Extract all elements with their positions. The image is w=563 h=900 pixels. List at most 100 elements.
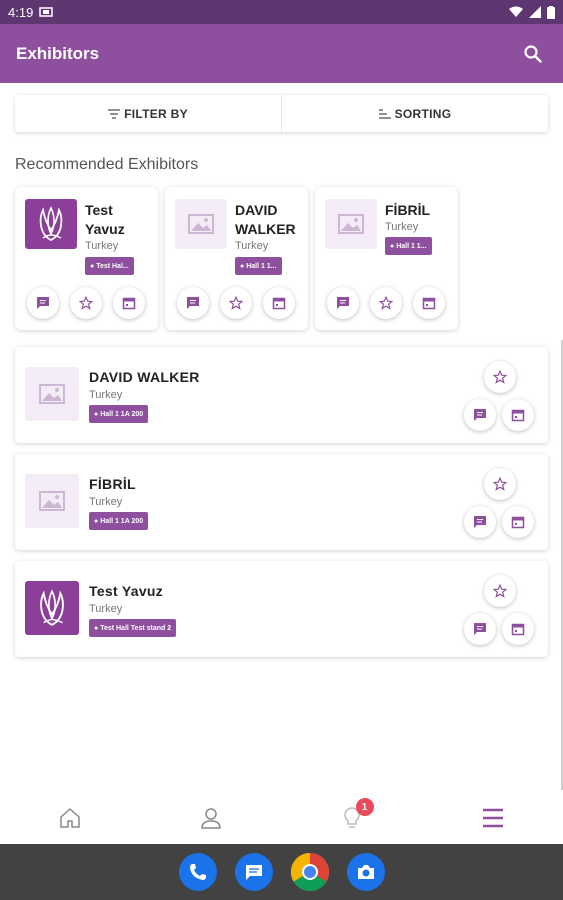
filter-by-label: FILTER BY: [124, 106, 188, 121]
wifi-icon: [509, 6, 523, 17]
exhibitor-country: Turkey: [235, 240, 269, 252]
schedule-button[interactable]: [502, 613, 534, 645]
card-actions: [464, 506, 534, 538]
favorite-button[interactable]: [220, 287, 252, 319]
star-icon: [379, 296, 393, 310]
calendar-icon: [422, 297, 436, 310]
schedule-button[interactable]: [502, 399, 534, 431]
message-button[interactable]: [464, 399, 496, 431]
message-button[interactable]: [177, 287, 209, 319]
card-actions: [27, 287, 145, 319]
recommended-card[interactable]: Test Yavuz Turkey ● Test Hal...: [15, 187, 158, 330]
message-button[interactable]: [327, 287, 359, 319]
exhibitor-logo: [25, 581, 79, 635]
chat-icon: [337, 297, 349, 309]
card-actions: [327, 287, 445, 319]
location-label: Test Hal...: [96, 262, 129, 270]
calendar-icon: [511, 409, 525, 422]
exhibitor-country: Turkey: [89, 389, 123, 401]
exhibitor-card[interactable]: Test Yavuz Turkey ● Test Hall Test stand…: [15, 561, 548, 657]
location-badge: ● Test Hal...: [85, 257, 134, 275]
chat-icon: [187, 297, 199, 309]
exhibitor-name: FİBRİL: [385, 202, 431, 218]
recommended-title: Recommended Exhibitors: [15, 156, 199, 173]
card-actions: [177, 287, 295, 319]
nav-home[interactable]: [0, 792, 141, 844]
calendar-icon: [122, 297, 136, 310]
recommended-card[interactable]: DAVID WALKER Turkey ● Hall 1 1...: [165, 187, 308, 330]
notification-badge: 1: [355, 798, 374, 816]
nav-menu[interactable]: [422, 792, 563, 844]
favorite-button[interactable]: [370, 287, 402, 319]
exhibitor-card[interactable]: DAVID WALKER Turkey ● Hall 1 1A 200: [15, 347, 548, 443]
search-icon: [524, 44, 542, 63]
filter-by-button[interactable]: FILTER BY: [15, 95, 281, 132]
chat-icon: [474, 623, 486, 635]
schedule-button[interactable]: [113, 287, 145, 319]
schedule-button[interactable]: [263, 287, 295, 319]
sorting-label: SORTING: [394, 106, 452, 121]
sort-icon: [378, 108, 391, 119]
location-label: Hall 1 1A 200: [100, 410, 144, 418]
nav-profile[interactable]: [141, 792, 282, 844]
calendar-icon: [511, 623, 525, 636]
star-icon: [493, 584, 507, 598]
exhibitor-name: Test Yavuz: [89, 583, 164, 599]
exhibitor-name: DAVID WALKER: [235, 202, 296, 237]
favorite-button[interactable]: [70, 287, 102, 319]
card-actions: [464, 399, 534, 431]
exhibitor-name: FİBRİL: [89, 476, 136, 492]
star-icon: [493, 477, 507, 491]
image-placeholder: [175, 199, 227, 249]
favorite-button[interactable]: [484, 468, 516, 500]
exhibitor-country: Turkey: [89, 496, 123, 508]
sorting-button[interactable]: SORTING: [281, 95, 548, 132]
location-label: Hall 1 1A 200: [100, 517, 144, 525]
location-badge: ● Hall 1 1A 200: [89, 405, 149, 423]
location-label: Hall 1 1...: [246, 262, 277, 270]
chat-icon: [37, 297, 49, 309]
message-button[interactable]: [464, 506, 496, 538]
messages-icon: [245, 865, 262, 880]
messages-app[interactable]: [234, 853, 273, 891]
nav-ideas[interactable]: 1: [282, 792, 423, 844]
schedule-button[interactable]: [502, 506, 534, 538]
exhibitor-name: DAVID WALKER: [89, 369, 200, 385]
chrome-app[interactable]: [290, 853, 329, 891]
image-icon: [338, 214, 364, 234]
notification-icon: [39, 7, 54, 17]
favorite-button[interactable]: [484, 575, 516, 607]
camera-icon: [357, 865, 374, 879]
star-icon: [493, 370, 507, 384]
star-icon: [79, 296, 93, 310]
phone-icon: [189, 864, 206, 880]
calendar-icon: [511, 516, 525, 529]
bottom-navigation: 1: [0, 792, 563, 844]
recommended-card[interactable]: FİBRİL Turkey ● Hall 1 1...: [315, 187, 458, 330]
star-icon: [229, 296, 243, 310]
app-bar: Exhibitors: [0, 24, 563, 83]
location-label: Test Hall Test stand 2: [100, 624, 172, 632]
search-button[interactable]: [519, 40, 547, 68]
camera-app[interactable]: [346, 853, 385, 891]
location-label: Hall 1 1...: [396, 242, 427, 250]
exhibitor-country: Turkey: [385, 221, 419, 233]
image-icon: [188, 214, 214, 234]
image-icon: [39, 491, 65, 511]
exhibitor-logo: [25, 199, 77, 249]
schedule-button[interactable]: [413, 287, 445, 319]
message-button[interactable]: [464, 613, 496, 645]
image-placeholder: [25, 367, 79, 421]
phone-app[interactable]: [178, 853, 217, 891]
location-badge: ● Hall 1 1...: [235, 257, 282, 275]
favorite-button[interactable]: [484, 361, 516, 393]
exhibitor-name: Test Yavuz: [85, 202, 125, 237]
profile-icon: [201, 808, 221, 829]
chrome-icon: [290, 853, 329, 891]
message-button[interactable]: [27, 287, 59, 319]
chat-icon: [474, 409, 486, 421]
filter-sort-bar: FILTER BY SORTING: [15, 95, 548, 132]
home-icon: [60, 808, 81, 828]
exhibitor-card[interactable]: FİBRİL Turkey ● Hall 1 1A 200: [15, 454, 548, 550]
image-placeholder: [325, 199, 377, 249]
